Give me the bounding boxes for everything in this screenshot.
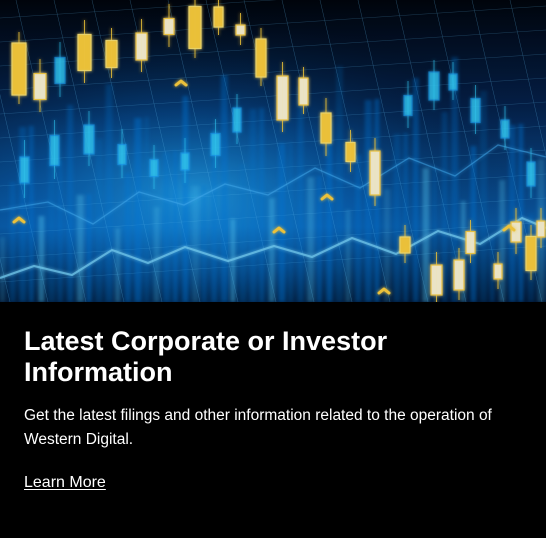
card-title: Latest Corporate or Investor Information <box>24 326 388 387</box>
candlestick-chart-image <box>0 0 546 302</box>
hero-image <box>0 0 546 302</box>
hero-overlay <box>0 0 546 302</box>
learn-more-link[interactable]: Learn More <box>24 473 106 493</box>
investor-info-card: Latest Corporate or Investor Information… <box>0 0 546 538</box>
card-description: Get the latest filings and other informa… <box>24 407 492 448</box>
card-content: Latest Corporate or Investor Information… <box>0 302 546 538</box>
